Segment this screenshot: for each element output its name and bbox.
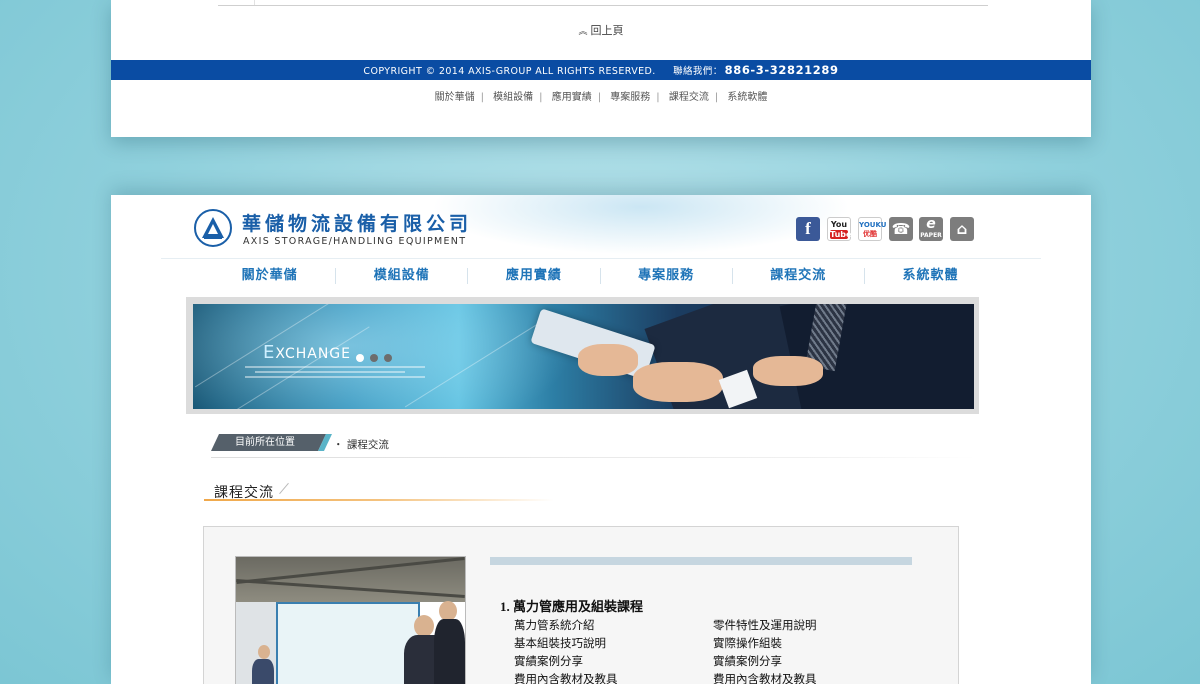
banner-dots (356, 347, 398, 366)
banner-hand (633, 362, 723, 402)
youku-text: YOUKU (859, 221, 887, 229)
course-title: 1. 萬力管應用及組裝課程 (500, 599, 644, 614)
contact-label: 聯絡我們： (673, 66, 723, 77)
photo-person (252, 659, 274, 684)
banner-fine-print (245, 376, 425, 378)
exchange-banner: EXCHANGE (193, 304, 974, 409)
banner-fine-print (255, 371, 405, 373)
nav-item-cases[interactable]: 應用實績 (468, 268, 601, 284)
epaper-icon[interactable]: e PAPER (919, 217, 943, 241)
home-icon[interactable]: ⌂ (950, 217, 974, 241)
footer-links: 關於華儲 | 模組設備 | 應用實績 | 專案服務 | 課程交流 | 系統軟體 (111, 88, 1091, 103)
breadcrumb-label: 目前所在位置 (211, 434, 326, 451)
banner-title: EXCHANGE (263, 342, 351, 363)
banner-dot-3[interactable] (384, 354, 392, 362)
photo-person (434, 619, 465, 684)
title-underline (204, 499, 554, 501)
back-to-previous-link[interactable]: ︽ 回上頁 (111, 22, 1091, 38)
main-nav: 關於華儲 模組設備 應用實績 專案服務 課程交流 系統軟體 (204, 261, 996, 291)
nav-item-software[interactable]: 系統軟體 (865, 268, 996, 284)
banner-title-initial: E (263, 342, 276, 363)
banner-frame: EXCHANGE (186, 297, 979, 414)
youku-icon[interactable]: YOUKU 优酷 (858, 217, 887, 241)
title-slash (279, 482, 289, 495)
separator: | (714, 92, 719, 103)
epaper-e-text: e (926, 216, 936, 232)
course-content-box: 1. 萬力管應用及組裝課程 萬力管系統介紹 基本組裝技巧說明 實績案例分享 費用… (203, 526, 959, 684)
double-chevron-up-icon: ︽ (578, 27, 588, 37)
footer-link-software[interactable]: 系統軟體 (727, 92, 767, 103)
copyright-bar: COPYRIGHT © 2014 AXIS-GROUP ALL RIGHTS R… (111, 60, 1091, 80)
course-photo (235, 556, 466, 684)
footer-link-about[interactable]: 關於華儲 (435, 92, 475, 103)
youku-cn-text: 优酷 (863, 230, 877, 238)
course-topics-right: 零件特性及運用說明 實際操作組裝 實績案例分享 費用內含教材及教具 (713, 617, 913, 684)
photo-board (276, 602, 420, 684)
header-glow (431, 195, 851, 255)
epaper-text: PAPER (920, 232, 942, 239)
facebook-icon[interactable]: f (796, 217, 820, 241)
list-item: 實績案例分享 (713, 654, 782, 668)
divider (218, 5, 988, 6)
banner-title-rest: XCHANGE (275, 346, 351, 362)
list-item: 基本組裝技巧說明 (514, 636, 606, 650)
course-page-card: 華儲物流設備有限公司 AXIS STORAGE/HANDLING EQUIPME… (111, 195, 1091, 684)
phone-icon[interactable]: ☎ (889, 217, 913, 241)
nav-item-about[interactable]: 關於華儲 (204, 268, 337, 284)
nav-divider (161, 258, 1041, 259)
banner-hand (753, 356, 823, 386)
youtube-icon[interactable]: You Tube (827, 217, 851, 241)
logo-mark-icon (194, 209, 232, 247)
breadcrumb-current[interactable]: ・ 課程交流 (333, 437, 389, 452)
youtube-tube-text: Tube (830, 230, 852, 239)
nav-item-courses[interactable]: 課程交流 (733, 268, 865, 284)
separator: | (480, 92, 484, 103)
nav-item-modules[interactable]: 模組設備 (336, 268, 469, 284)
footer-link-cases[interactable]: 應用實績 (552, 92, 592, 103)
list-item: 萬力管系統介紹 (514, 618, 595, 632)
photo-person-head (258, 645, 270, 659)
youtube-text: You (830, 220, 848, 229)
list-item: 費用內含教材及教具 (514, 672, 618, 684)
breadcrumb-divider (211, 457, 976, 458)
course-list-header-bar (490, 557, 912, 565)
copyright-text: COPYRIGHT © 2014 AXIS-GROUP ALL RIGHTS R… (363, 66, 656, 77)
list-item: 實際操作組裝 (713, 636, 782, 650)
photo-person-head (439, 601, 457, 621)
banner-dot-1[interactable] (356, 354, 364, 362)
banner-dot-2[interactable] (370, 354, 378, 362)
divider-tick (254, 0, 255, 5)
company-name-en: AXIS STORAGE/HANDLING EQUIPMENT (243, 236, 467, 247)
previous-page-footer-card: ︽ 回上頁 COPYRIGHT © 2014 AXIS-GROUP ALL RIG… (111, 0, 1091, 137)
list-item: 費用內含教材及教具 (713, 672, 817, 684)
separator: | (656, 92, 660, 103)
footer-link-modules[interactable]: 模組設備 (493, 92, 533, 103)
footer-link-courses[interactable]: 課程交流 (669, 92, 709, 103)
nav-item-projects[interactable]: 專案服務 (601, 268, 733, 284)
separator: | (597, 92, 602, 103)
list-item: 零件特性及運用說明 (713, 618, 817, 632)
banner-fine-print (245, 366, 425, 368)
photo-person-head (414, 615, 434, 637)
banner-hand (578, 344, 638, 376)
list-item: 實績案例分享 (514, 654, 583, 668)
company-name-cn: 華儲物流設備有限公司 (242, 213, 473, 235)
contact-phone: 886-3-32821289 (724, 63, 839, 77)
course-topics-left: 萬力管系統介紹 基本組裝技巧說明 實績案例分享 費用內含教材及教具 (514, 617, 714, 684)
back-label: 回上頁 (590, 24, 624, 37)
footer-link-projects[interactable]: 專案服務 (610, 92, 650, 103)
separator: | (539, 92, 543, 103)
